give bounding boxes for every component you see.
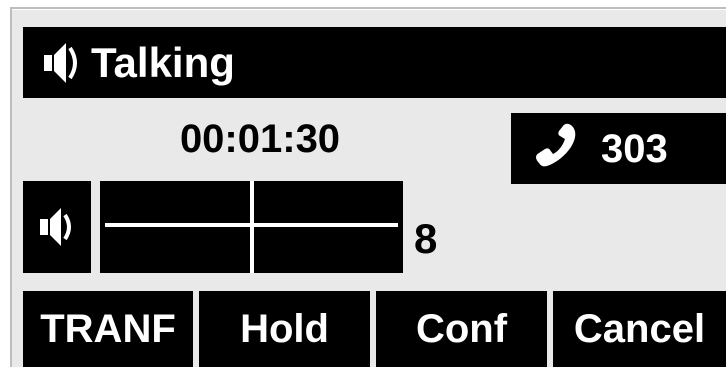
phone-screen: Talking 00:01:30 303 8 TRANF Hold Conf C…: [0, 0, 726, 367]
call-number: 303: [601, 126, 668, 171]
call-timer: 00:01:30: [179, 117, 341, 161]
cancel-softkey[interactable]: Cancel: [553, 291, 726, 367]
volume-meter[interactable]: [100, 181, 403, 273]
handset-icon: [536, 123, 576, 166]
conference-softkey[interactable]: Conf: [376, 291, 547, 367]
screen-frame-left-line: [10, 7, 12, 367]
call-status-label: Talking: [91, 38, 235, 86]
active-call-badge: 303: [511, 113, 726, 184]
speaker-icon: [40, 208, 71, 246]
status-bar: Talking: [23, 27, 726, 98]
softkey-bar: TRANF Hold Conf Cancel: [23, 291, 726, 367]
hold-softkey[interactable]: Hold: [199, 291, 370, 367]
speaker-icon: [44, 42, 77, 83]
volume-meter-graphic: [100, 181, 403, 273]
transfer-softkey[interactable]: TRANF: [23, 291, 193, 367]
screen-frame-top-line: [0, 7, 726, 9]
volume-speaker-box: [23, 181, 91, 273]
volume-level: 8: [414, 215, 438, 262]
